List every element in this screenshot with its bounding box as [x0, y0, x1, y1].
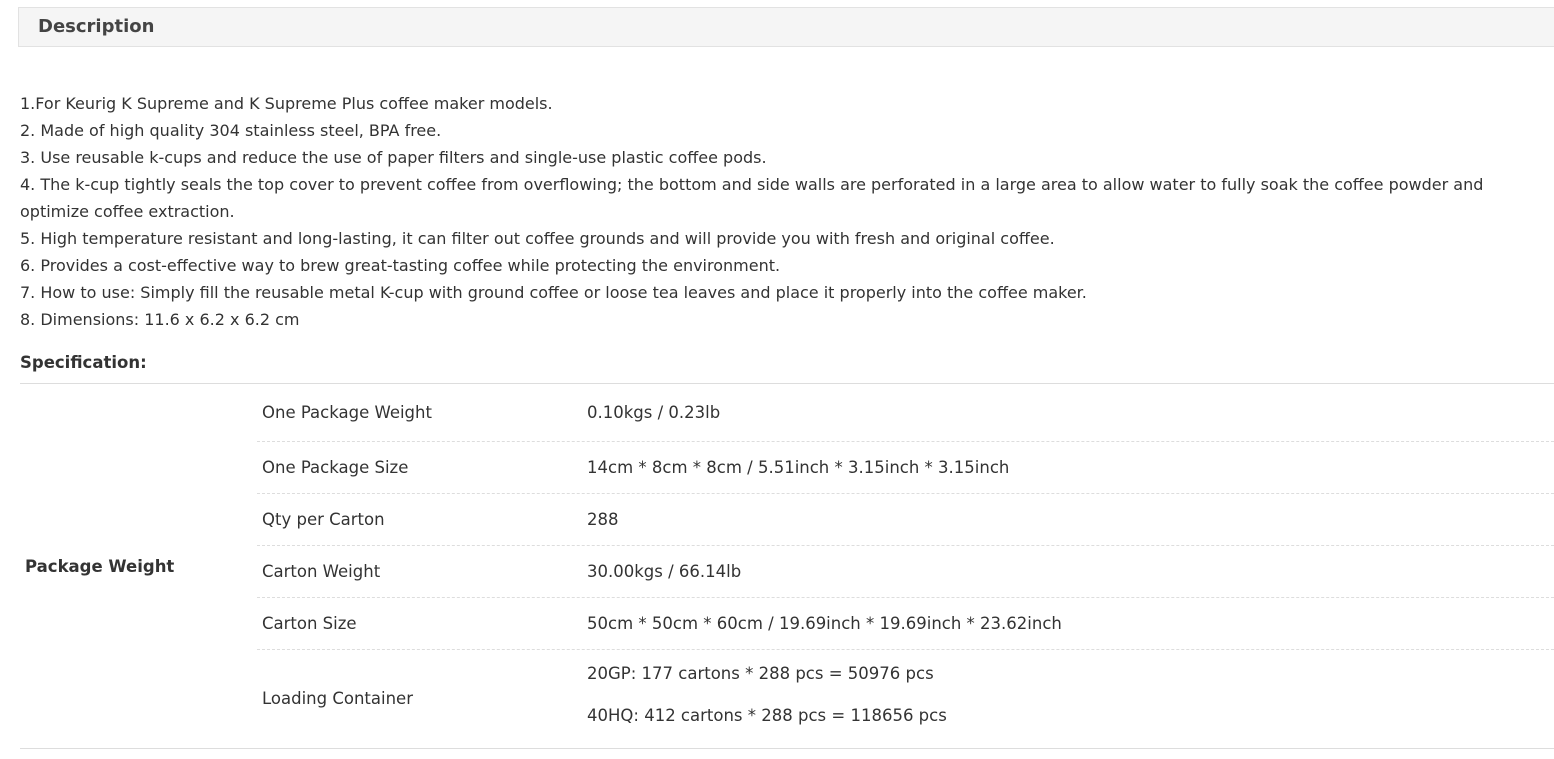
spec-key: Carton Size: [262, 614, 357, 633]
spec-key: One Package Size: [262, 458, 409, 477]
spec-value: 30.00kgs / 66.14lb: [587, 562, 742, 581]
spec-value: 288: [587, 510, 619, 529]
spec-group-label: Package Weight: [25, 556, 175, 576]
specification-table: Package Weight One Package Weight 0.10kg…: [20, 383, 1554, 749]
spec-key: Loading Container: [262, 689, 413, 708]
description-header: Description: [18, 7, 1554, 47]
spec-value: 20GP: 177 cartons * 288 pcs = 50976 pcs: [587, 664, 934, 683]
spec-value: 0.10kgs / 0.23lb: [587, 403, 721, 422]
spec-row: One Package Size 14cm * 8cm * 8cm / 5.51…: [257, 442, 1554, 494]
description-line: 3. Use reusable k-cups and reduce the us…: [20, 148, 767, 167]
description-line: 8. Dimensions: 11.6 x 6.2 x 6.2 cm: [20, 310, 300, 329]
spec-value: 14cm * 8cm * 8cm / 5.51inch * 3.15inch *…: [587, 458, 1010, 477]
description-line: 4. The k-cup tightly seals the top cover…: [20, 175, 1484, 221]
description-line: 7. How to use: Simply fill the reusable …: [20, 283, 1087, 302]
description-list: 1.For Keurig K Supreme and K Supreme Plu…: [20, 90, 1548, 333]
description-line: 2. Made of high quality 304 stainless st…: [20, 121, 442, 140]
spec-row: One Package Weight 0.10kgs / 0.23lb: [257, 384, 1554, 442]
spec-value: 50cm * 50cm * 60cm / 19.69inch * 19.69in…: [587, 614, 1062, 633]
description-line: 1.For Keurig K Supreme and K Supreme Plu…: [20, 94, 553, 113]
description-line: 6. Provides a cost-effective way to brew…: [20, 256, 781, 275]
spec-key: Qty per Carton: [262, 510, 385, 529]
spec-row: Carton Size 50cm * 50cm * 60cm / 19.69in…: [257, 598, 1554, 650]
spec-row: Loading Container 20GP: 177 cartons * 28…: [257, 650, 1554, 747]
specification-title: Specification:: [20, 353, 147, 372]
description-title: Description: [38, 16, 155, 37]
spec-row: Qty per Carton 288: [257, 494, 1554, 546]
spec-row: Carton Weight 30.00kgs / 66.14lb: [257, 546, 1554, 598]
spec-key: One Package Weight: [262, 403, 432, 422]
spec-key: Carton Weight: [262, 562, 381, 581]
spec-value: 40HQ: 412 cartons * 288 pcs = 118656 pcs: [587, 706, 947, 725]
description-line: 5. High temperature resistant and long-l…: [20, 229, 1055, 248]
